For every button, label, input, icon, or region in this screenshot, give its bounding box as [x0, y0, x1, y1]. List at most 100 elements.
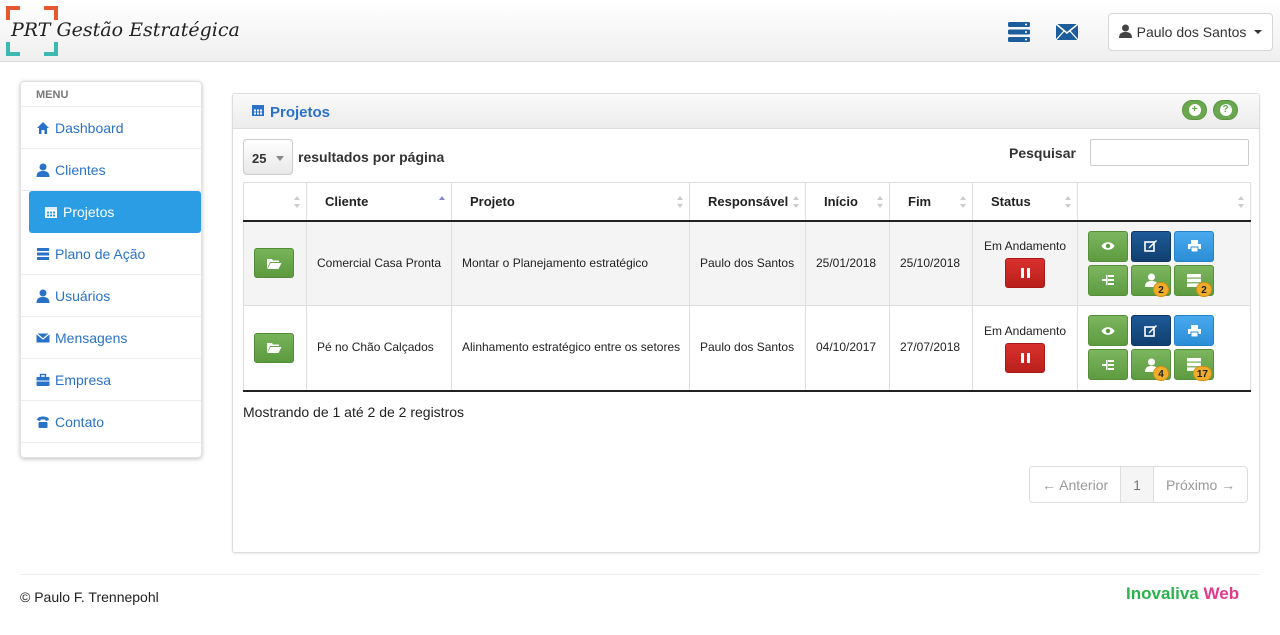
view-button[interactable]	[1088, 230, 1128, 262]
eye-icon	[1101, 327, 1115, 335]
page-length-label: resultados por página	[298, 149, 445, 165]
folder-open-icon	[267, 258, 282, 269]
sidebar-item-label: Contato	[55, 413, 105, 430]
cell-responsavel: Paulo dos Santos	[689, 305, 806, 392]
search-input[interactable]	[1090, 139, 1249, 166]
sidebar-item-usuarios[interactable]: Usuários	[21, 275, 201, 317]
status-text: Em Andamento	[983, 323, 1067, 338]
users-count-badge: 4	[1153, 366, 1169, 382]
tree-button[interactable]	[1088, 264, 1128, 296]
user-menu-button[interactable]: Paulo dos Santos	[1108, 13, 1273, 51]
print-icon	[1187, 324, 1201, 338]
cell-cliente: Pé no Chão Calçados	[306, 305, 452, 392]
column-header-actions[interactable]	[1077, 182, 1251, 222]
sidebar-item-label: Mensagens	[55, 329, 128, 346]
page-length-select[interactable]: 25	[243, 139, 293, 175]
pagination-prev[interactable]: ← Anterior	[1030, 467, 1122, 502]
sidebar-item-mensagens[interactable]: Mensagens	[21, 317, 201, 359]
sidebar-item-contato[interactable]: Contato	[21, 401, 201, 443]
chevron-down-icon	[276, 156, 284, 161]
footer-logo[interactable]: Inovaliva Web	[1126, 584, 1239, 604]
column-header-fim[interactable]: Fim	[889, 182, 973, 222]
table-row: Pé no Chão Calçados Alinhamento estratég…	[243, 305, 1251, 392]
panel-title: Projetos	[251, 103, 330, 121]
footer-divider	[20, 574, 1260, 575]
briefcase-icon	[36, 373, 50, 387]
calendar-icon	[251, 103, 265, 121]
page-length-value: 25	[252, 151, 267, 166]
open-folder-button[interactable]	[254, 332, 294, 363]
plans-count-badge: 2	[1196, 281, 1212, 297]
sitemap-icon	[1102, 359, 1114, 370]
sidebar: MENU Dashboard Clientes Projetos Plano d…	[20, 81, 202, 458]
plans-count-badge: 17	[1192, 366, 1212, 382]
sidebar-item-dashboard[interactable]: Dashboard	[21, 107, 201, 149]
column-header-folder[interactable]	[243, 182, 307, 222]
footer-copyright: © Paulo F. Trennepohl	[20, 589, 159, 605]
table-header-row: Cliente Projeto Responsável Início Fim S…	[243, 182, 1251, 222]
print-button[interactable]	[1174, 315, 1214, 347]
pagination-next[interactable]: Próximo →	[1153, 467, 1248, 502]
print-button[interactable]	[1174, 230, 1214, 262]
cell-inicio: 04/10/2017	[805, 305, 890, 392]
projects-panel: Projetos + ? 25 resultados por página Pe…	[232, 93, 1260, 553]
column-header-status[interactable]: Status	[972, 182, 1078, 222]
brand-name: PRT Gestão Estratégica	[11, 19, 240, 41]
projects-table: Cliente Projeto Responsável Início Fim S…	[243, 182, 1251, 392]
pause-button[interactable]	[1005, 342, 1045, 373]
eye-icon	[1101, 242, 1115, 250]
view-button[interactable]	[1088, 315, 1128, 347]
top-navbar: PRT Gestão Estratégica Paulo dos Santos	[0, 0, 1280, 62]
server-icon	[36, 247, 50, 261]
users-button[interactable]: 2	[1131, 264, 1171, 297]
print-icon	[1187, 240, 1201, 253]
sidebar-item-clientes[interactable]: Clientes	[21, 149, 201, 191]
plus-icon: +	[1188, 104, 1201, 116]
action-plans-button[interactable]: 17	[1174, 349, 1214, 382]
sidebar-item-label: Clientes	[55, 161, 106, 178]
sidebar-item-label: Usuários	[55, 287, 111, 304]
pagination-page-1[interactable]: 1	[1121, 467, 1154, 502]
sidebar-item-empresa[interactable]: Empresa	[21, 359, 201, 401]
user-name: Paulo dos Santos	[1136, 24, 1247, 40]
edit-button[interactable]	[1131, 230, 1171, 262]
row-actions: 4 17	[1088, 315, 1250, 382]
status-text: Em Andamento	[983, 239, 1067, 254]
server-icon[interactable]	[1007, 20, 1031, 44]
cell-fim: 27/07/2018	[889, 305, 973, 392]
envelope-icon	[36, 331, 50, 345]
user-icon	[36, 163, 50, 177]
brand-logo[interactable]: PRT Gestão Estratégica	[6, 6, 256, 56]
sidebar-item-projetos[interactable]: Projetos	[29, 191, 201, 233]
column-header-responsavel[interactable]: Responsável	[689, 182, 806, 222]
cell-inicio: 25/01/2018	[805, 220, 890, 306]
home-icon	[36, 121, 50, 135]
envelope-icon[interactable]	[1055, 20, 1079, 44]
cell-projeto: Montar o Planejamento estratégico	[451, 220, 690, 306]
user-icon	[1118, 24, 1132, 41]
sitemap-icon	[1102, 275, 1114, 286]
users-button[interactable]: 4	[1131, 349, 1171, 382]
column-header-cliente[interactable]: Cliente	[306, 182, 452, 222]
sidebar-title: MENU	[21, 82, 201, 107]
users-count-badge: 2	[1153, 281, 1169, 297]
question-icon: ?	[1219, 104, 1232, 116]
cell-projeto: Alinhamento estratégico entre os setores	[451, 305, 690, 392]
sidebar-item-label: Dashboard	[55, 119, 124, 136]
pause-button[interactable]	[1005, 258, 1045, 289]
tree-button[interactable]	[1088, 349, 1128, 381]
sidebar-item-plano-de-acao[interactable]: Plano de Ação	[21, 233, 201, 275]
sidebar-item-label: Projetos	[63, 204, 115, 220]
help-button[interactable]: ?	[1213, 100, 1238, 120]
edit-button[interactable]	[1131, 315, 1171, 347]
folder-open-icon	[267, 343, 282, 354]
column-header-inicio[interactable]: Início	[805, 182, 890, 222]
column-header-projeto[interactable]: Projeto	[451, 182, 690, 222]
add-project-button[interactable]: +	[1182, 100, 1207, 120]
action-plans-button[interactable]: 2	[1174, 264, 1214, 297]
phone-icon	[36, 415, 50, 429]
open-folder-button[interactable]	[254, 248, 294, 279]
search-label: Pesquisar	[1009, 145, 1076, 161]
panel-title-text: Projetos	[270, 103, 331, 121]
calendar-icon	[44, 205, 58, 219]
